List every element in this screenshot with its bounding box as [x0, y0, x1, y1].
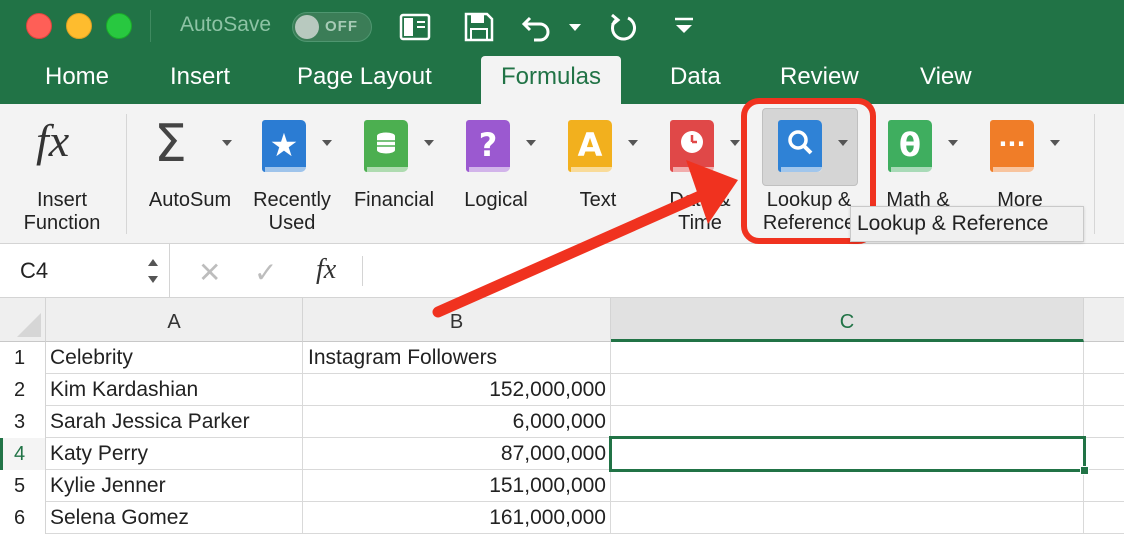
text-book-icon: A — [568, 120, 612, 172]
sigma-icon: Σ — [154, 114, 187, 174]
formula-bar: C4 ✕ ✓ fx — [0, 244, 1124, 298]
chevron-down-icon[interactable] — [628, 140, 638, 146]
fx-icon: fx — [36, 115, 70, 166]
tab-data[interactable]: Data — [650, 56, 741, 104]
insert-function-label-2: Function — [23, 212, 101, 234]
lookup-reference-tooltip: Lookup & Reference — [850, 206, 1084, 242]
cell-c6[interactable] — [611, 502, 1084, 534]
name-box[interactable]: C4 — [0, 244, 170, 298]
chevron-down-icon[interactable] — [222, 140, 232, 146]
undo-icon[interactable] — [520, 10, 554, 44]
logical-label: Logical — [464, 189, 528, 211]
cell-b6[interactable]: 161,000,000 — [303, 502, 611, 534]
undo-dropdown-icon[interactable] — [566, 10, 584, 44]
cell-b5[interactable]: 151,000,000 — [303, 470, 611, 502]
cell-a3[interactable]: Sarah Jessica Parker — [46, 406, 303, 438]
cell-a1[interactable]: Celebrity — [46, 342, 303, 374]
cell-a4[interactable]: Katy Perry — [46, 438, 303, 470]
autosum-label: AutoSum — [148, 189, 232, 211]
toggle-knob — [295, 15, 319, 39]
row-header-selected[interactable]: 4 — [0, 438, 46, 470]
worksheet-grid: A B C 1 Celebrity Instagram Followers 2 … — [0, 298, 1124, 538]
minimize-window-button[interactable] — [66, 13, 92, 39]
cell-b1[interactable]: Instagram Followers — [303, 342, 611, 374]
autosave-label: AutoSave — [180, 13, 272, 36]
select-all-button[interactable] — [0, 298, 46, 342]
autosave-state: OFF — [325, 18, 358, 35]
cell-d5[interactable] — [1084, 470, 1124, 502]
row-header[interactable]: 3 — [0, 406, 46, 438]
cell-d4[interactable] — [1084, 438, 1124, 470]
cell-c1[interactable] — [611, 342, 1084, 374]
column-header-a[interactable]: A — [46, 298, 303, 342]
chevron-down-icon[interactable] — [730, 140, 740, 146]
autosave-toggle[interactable]: OFF — [292, 12, 372, 42]
formula-bar-divider — [362, 256, 363, 286]
cell-a5[interactable]: Kylie Jenner — [46, 470, 303, 502]
save-icon[interactable] — [462, 10, 496, 44]
formula-input[interactable] — [372, 256, 1112, 286]
cell-b3[interactable]: 6,000,000 — [303, 406, 611, 438]
quick-access-divider — [150, 10, 151, 42]
text-label: Text — [579, 189, 617, 211]
cell-a2[interactable]: Kim Kardashian — [46, 374, 303, 406]
recently-used-label-2: Used — [268, 212, 316, 234]
cell-a6[interactable]: Selena Gomez — [46, 502, 303, 534]
chevron-down-icon[interactable] — [526, 140, 536, 146]
tab-page-layout[interactable]: Page Layout — [277, 56, 452, 104]
tab-view[interactable]: View — [900, 56, 992, 104]
chevron-down-icon[interactable] — [1050, 140, 1060, 146]
name-box-value: C4 — [20, 258, 49, 283]
fill-handle[interactable] — [1080, 466, 1089, 475]
star-book-icon: ★ — [262, 120, 306, 172]
cell-c2[interactable] — [611, 374, 1084, 406]
cell-d6[interactable] — [1084, 502, 1124, 534]
row-header[interactable]: 2 — [0, 374, 46, 406]
cell-b4[interactable]: 87,000,000 — [303, 438, 611, 470]
cell-d2[interactable] — [1084, 374, 1124, 406]
financial-label: Financial — [353, 189, 435, 211]
theta-book-icon: θ — [888, 120, 932, 172]
row-header[interactable]: 1 — [0, 342, 46, 374]
ribbon-divider — [126, 114, 127, 234]
enter-icon[interactable]: ✓ — [254, 256, 277, 289]
coins-book-icon — [364, 120, 408, 172]
cell-b2[interactable]: 152,000,000 — [303, 374, 611, 406]
column-header-d[interactable] — [1084, 298, 1124, 342]
row-header[interactable]: 6 — [0, 502, 46, 534]
clock-book-icon — [670, 120, 714, 172]
cancel-icon[interactable]: ✕ — [198, 256, 221, 289]
redo-icon[interactable] — [606, 10, 640, 44]
question-book-icon: ? — [466, 120, 510, 172]
ribbon-divider — [1094, 114, 1095, 234]
date-time-label-1: Date & — [669, 189, 731, 211]
cell-c3[interactable] — [611, 406, 1084, 438]
insert-function-icon[interactable]: fx — [316, 254, 336, 286]
close-window-button[interactable] — [26, 13, 52, 39]
date-time-label-2: Time — [678, 212, 722, 234]
more-book-icon: ··· — [990, 120, 1034, 172]
chevron-down-icon[interactable] — [322, 140, 332, 146]
cell-d1[interactable] — [1084, 342, 1124, 374]
active-cell-outline — [609, 436, 1086, 472]
row-header[interactable]: 5 — [0, 470, 46, 502]
tab-review[interactable]: Review — [760, 56, 879, 104]
recently-used-label-1: Recently — [253, 189, 331, 211]
tab-insert[interactable]: Insert — [150, 56, 250, 104]
cell-d3[interactable] — [1084, 406, 1124, 438]
insert-function-label-1: Insert — [36, 189, 88, 211]
ribbon-tabs: Home Insert Page Layout Formulas Data Re… — [0, 56, 1124, 104]
chevron-down-icon[interactable] — [424, 140, 434, 146]
title-bar: AutoSave OFF Home Insert Page Layout For… — [0, 0, 1124, 104]
tab-formulas[interactable]: Formulas — [481, 56, 622, 104]
column-header-b[interactable]: B — [303, 298, 611, 342]
tab-home[interactable]: Home — [25, 56, 129, 104]
column-header-c[interactable]: C — [611, 298, 1084, 342]
cell-c5[interactable] — [611, 470, 1084, 502]
customize-toolbar-icon[interactable] — [670, 10, 698, 44]
sidebar-panel-icon[interactable] — [398, 10, 432, 44]
chevron-down-icon[interactable] — [948, 140, 958, 146]
name-box-stepper-icon[interactable] — [146, 254, 160, 288]
zoom-window-button[interactable] — [106, 13, 132, 39]
